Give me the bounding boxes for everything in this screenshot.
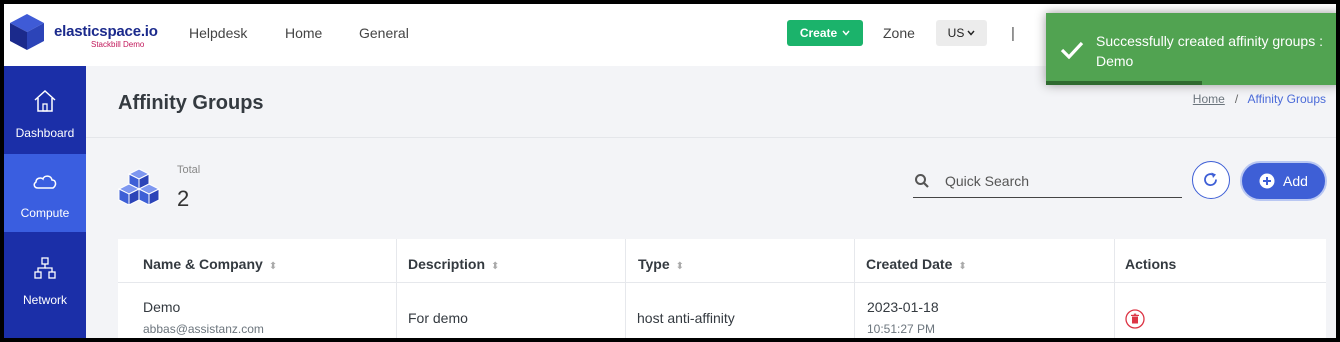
quick-search (913, 164, 1182, 198)
column-header-name[interactable]: Name & Company ⬍ (118, 239, 397, 282)
created-date: 2023-01-18 (867, 299, 939, 315)
group-email: abbas@assistanz.com (143, 322, 264, 336)
total-label: Total (177, 164, 201, 176)
sort-icon[interactable]: ⬍ (676, 261, 684, 272)
column-header-label: Description (408, 256, 486, 272)
breadcrumb-separator: / (1234, 92, 1239, 106)
cell-actions (1115, 283, 1326, 338)
logo-subtitle: Stackbill Demo (91, 40, 145, 49)
column-header-created-date[interactable]: Created Date ⬍ (855, 239, 1115, 282)
sort-icon[interactable]: ⬍ (958, 261, 966, 272)
cloud-icon (33, 175, 57, 189)
home-icon (34, 89, 56, 112)
cell-created-date: 2023-01-18 10:51:27 PM (855, 283, 1115, 338)
affinity-groups-table: Name & Company ⬍ Description ⬍ Type ⬍ Creat… (118, 239, 1326, 338)
nav-general[interactable]: General (359, 25, 409, 41)
header-separator: | (1011, 25, 1015, 42)
page-title: Affinity Groups (118, 92, 264, 114)
check-icon (1060, 41, 1084, 59)
add-button[interactable]: Add (1240, 161, 1327, 201)
create-button[interactable]: Create (787, 20, 863, 46)
zone-label: Zone (883, 25, 915, 41)
refresh-icon (1204, 172, 1217, 186)
sidebar-item-label: Dashboard (15, 126, 75, 140)
nav-home[interactable]: Home (285, 25, 322, 41)
cell-name: Demo abbas@assistanz.com (118, 283, 397, 338)
sidebar-item-dashboard[interactable]: Dashboard (4, 74, 86, 152)
refresh-button[interactable] (1192, 161, 1230, 199)
zone-value: US (947, 26, 965, 40)
delete-icon[interactable] (1125, 309, 1145, 329)
sidebar-item-compute[interactable]: Compute (4, 154, 86, 232)
chevron-down-icon (842, 30, 850, 36)
toast-progress-bar (1046, 81, 1202, 85)
created-time: 10:51:27 PM (867, 322, 936, 336)
group-type: host anti-affinity (637, 310, 735, 326)
logo-text: elasticspace.io (54, 23, 158, 40)
breadcrumb: Home / Affinity Groups (1193, 92, 1326, 106)
sidebar-item-network[interactable]: Network (4, 241, 86, 319)
app-frame: elasticspace.io Stackbill Demo Helpdesk … (4, 4, 1336, 338)
nav-helpdesk[interactable]: Helpdesk (189, 25, 247, 41)
group-description: For demo (408, 310, 468, 326)
success-toast[interactable]: Successfully created affinity groups : D… (1046, 13, 1336, 85)
sort-icon[interactable]: ⬍ (269, 261, 277, 272)
column-header-label: Created Date (866, 256, 953, 272)
cell-description: For demo (397, 283, 626, 338)
toast-message: Successfully created affinity groups : D… (1096, 33, 1323, 69)
total-count: 2 (177, 186, 190, 211)
column-header-label: Type (638, 256, 670, 272)
add-label: Add (1283, 173, 1308, 189)
search-input[interactable] (945, 170, 1175, 192)
column-header-type[interactable]: Type ⬍ (626, 239, 855, 282)
zone-select[interactable]: US (936, 20, 987, 46)
group-name[interactable]: Demo (143, 299, 180, 315)
breadcrumb-home-link[interactable]: Home (1193, 92, 1225, 106)
cell-type: host anti-affinity (626, 283, 855, 338)
sidebar: Dashboard Compute Network (4, 66, 86, 338)
chevron-down-icon (967, 30, 975, 36)
search-icon (915, 174, 929, 188)
create-label: Create (799, 26, 838, 40)
sidebar-item-label: Compute (20, 206, 70, 220)
breadcrumb-current: Affinity Groups (1247, 92, 1326, 106)
sidebar-item-label: Network (22, 293, 67, 307)
header-divider (86, 137, 1336, 138)
column-header-label: Actions (1125, 256, 1177, 272)
cube-logo-icon (10, 14, 49, 50)
brand-logo[interactable]: elasticspace.io Stackbill Demo (8, 12, 168, 56)
column-header-description[interactable]: Description ⬍ (397, 239, 626, 282)
plus-circle-icon (1259, 173, 1275, 189)
network-icon (34, 257, 56, 279)
cubes-icon (117, 168, 161, 206)
column-header-label: Name & Company (143, 256, 263, 272)
sort-icon[interactable]: ⬍ (491, 261, 499, 272)
column-header-actions: Actions (1115, 239, 1326, 282)
